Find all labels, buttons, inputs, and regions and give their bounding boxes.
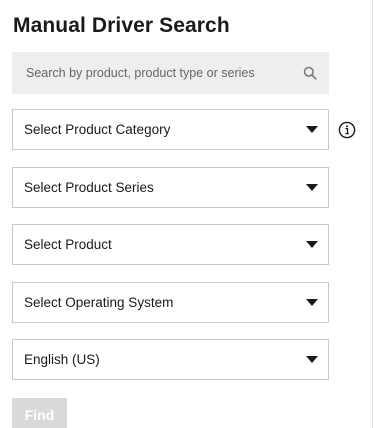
panel-divider: [372, 0, 373, 428]
search-icon[interactable]: [303, 66, 317, 80]
language-label: English (US): [24, 352, 100, 367]
product-series-label: Select Product Series: [24, 180, 154, 195]
product-category-select[interactable]: Select Product Category: [12, 109, 329, 150]
chevron-down-icon: [306, 184, 318, 191]
product-category-label: Select Product Category: [24, 122, 171, 137]
operating-system-label: Select Operating System: [24, 295, 174, 310]
info-icon[interactable]: [338, 121, 356, 139]
page-title: Manual Driver Search: [13, 14, 230, 37]
search-input[interactable]: [12, 52, 292, 94]
driver-search-panel: Manual Driver Search Select Product Cate…: [0, 0, 375, 428]
product-label: Select Product: [24, 237, 112, 252]
operating-system-select[interactable]: Select Operating System: [12, 282, 329, 323]
product-series-select[interactable]: Select Product Series: [12, 167, 329, 208]
chevron-down-icon: [306, 241, 318, 248]
search-box: [12, 52, 329, 94]
language-select[interactable]: English (US): [12, 339, 329, 380]
chevron-down-icon: [306, 356, 318, 363]
chevron-down-icon: [306, 126, 318, 133]
chevron-down-icon: [306, 299, 318, 306]
find-button[interactable]: Find: [12, 398, 67, 428]
product-select[interactable]: Select Product: [12, 224, 329, 265]
